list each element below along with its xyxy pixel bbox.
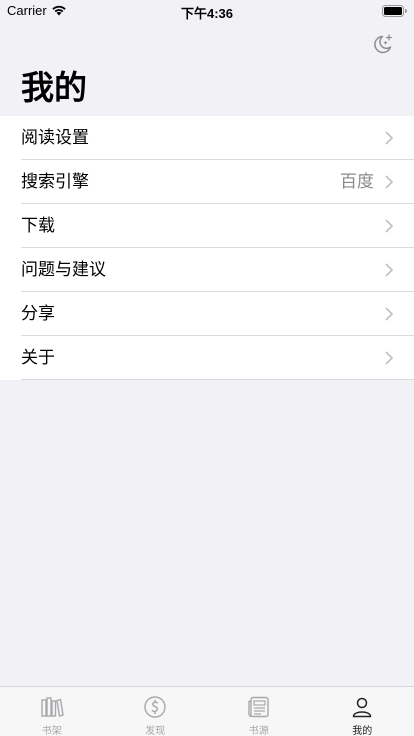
tab-discover[interactable]: 发现 <box>104 687 208 736</box>
tab-bar: 书架 发现 书源 我的 <box>0 686 414 736</box>
search-engine-value: 百度 <box>340 172 374 192</box>
about-row[interactable]: 关于 <box>0 336 414 380</box>
chevron-right-icon <box>385 351 393 365</box>
search-engine-row[interactable]: 搜索引擎 百度 <box>0 160 414 204</box>
tab-label: 书源 <box>248 726 269 736</box>
row-label: 下载 <box>21 216 55 236</box>
theme-toggle-button[interactable] <box>371 32 395 56</box>
person-icon <box>353 697 372 718</box>
tab-label: 我的 <box>352 726 373 736</box>
moon-stars-icon <box>374 34 393 54</box>
row-label: 搜索引擎 <box>21 172 89 192</box>
chevron-right-icon <box>385 175 393 189</box>
tab-bookshelf[interactable]: 书架 <box>0 687 104 736</box>
tab-label: 发现 <box>145 726 166 736</box>
row-label: 阅读设置 <box>21 128 89 148</box>
tab-mine[interactable]: 我的 <box>311 687 414 736</box>
tab-label: 书架 <box>41 726 62 736</box>
discover-icon <box>144 696 166 718</box>
page-title: 我的 <box>21 68 87 107</box>
row-divider <box>21 379 414 380</box>
reading-settings-row[interactable]: 阅读设置 <box>0 116 414 160</box>
book-source-icon <box>248 696 269 718</box>
tab-book-source[interactable]: 书源 <box>207 687 311 736</box>
row-label: 关于 <box>21 348 55 368</box>
row-label: 分享 <box>21 304 55 324</box>
battery-icon <box>382 4 407 22</box>
clock: 下午4:36 <box>180 6 234 21</box>
feedback-row[interactable]: 问题与建议 <box>0 248 414 292</box>
download-row[interactable]: 下载 <box>0 204 414 248</box>
chevron-right-icon <box>385 219 393 233</box>
share-row[interactable]: 分享 <box>0 292 414 336</box>
chevron-right-icon <box>385 131 393 145</box>
bookshelf-icon <box>41 697 64 717</box>
chevron-right-icon <box>385 307 393 321</box>
row-label: 问题与建议 <box>21 260 106 280</box>
settings-list: 阅读设置 搜索引擎 百度 下载 问题与建议 分享 关于 <box>0 116 414 380</box>
status-bar: Carrier 下午4:36 <box>0 0 414 22</box>
chevron-right-icon <box>385 263 393 277</box>
